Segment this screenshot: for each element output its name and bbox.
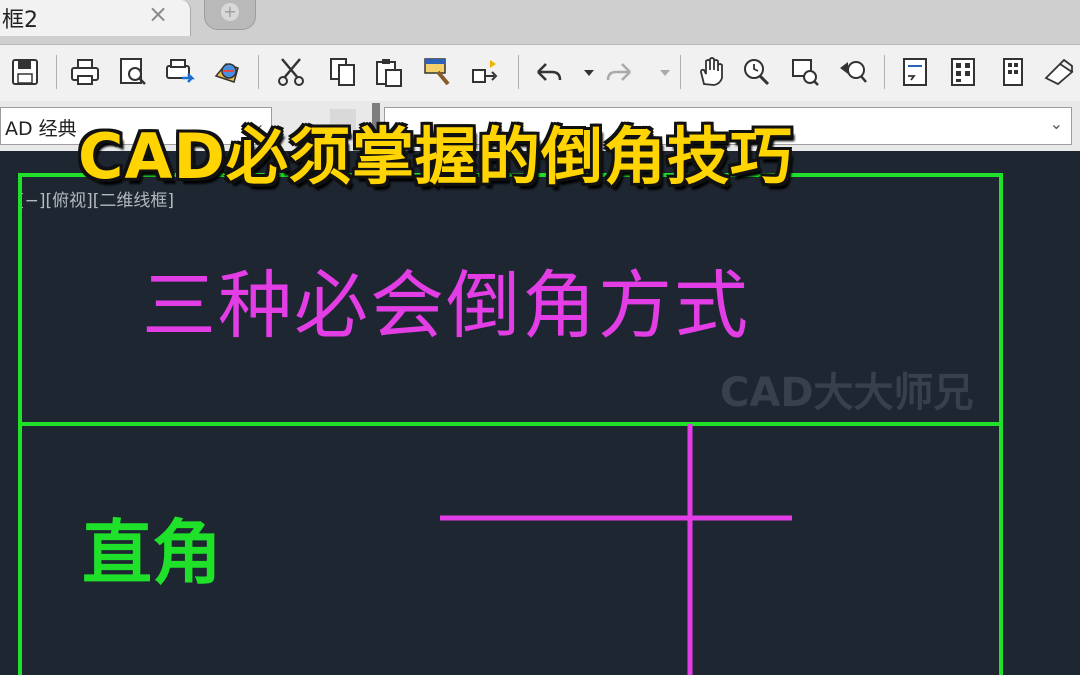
right-angle-label: 直角 [82,512,222,594]
video-title-overlay: CAD必须掌握的倒角技巧 [78,120,793,193]
drawing-heading-text: 三种必会倒角方式 [142,263,750,349]
watermark: CAD大大师兄 [720,370,974,416]
